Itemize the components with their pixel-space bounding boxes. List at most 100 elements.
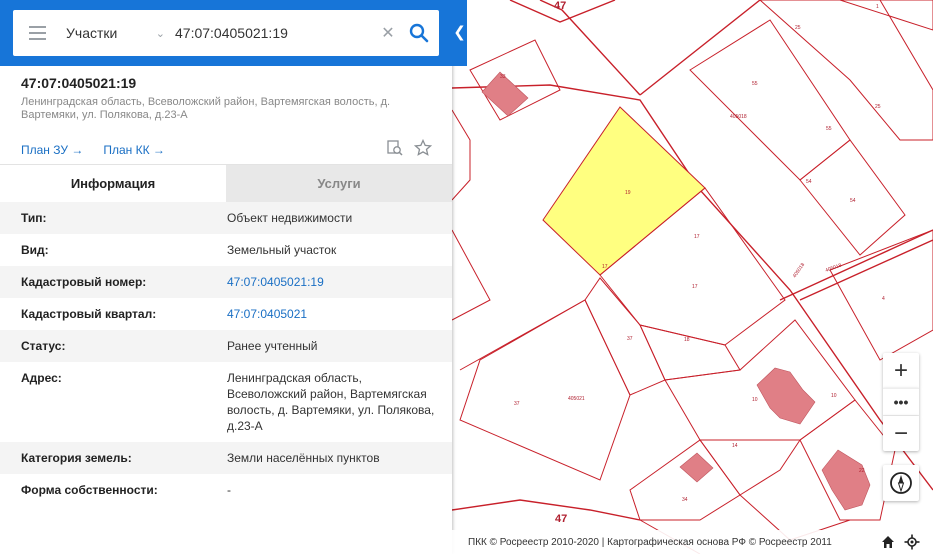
- map-label-region: 47: [555, 513, 567, 525]
- search-input[interactable]: [173, 10, 377, 56]
- map-label-parcel: 37: [627, 336, 633, 342]
- info-value: Земли населённых пунктов: [227, 451, 380, 465]
- attribution-text: ПКК © Росреестр 2010-2020 | Картографиче…: [468, 536, 832, 548]
- parcel-1[interactable]: [839, 0, 933, 31]
- search-header: Участки ⌄ ✕ ❮: [0, 0, 467, 66]
- hamburger-icon: [28, 32, 46, 34]
- map-label-parcel: 19: [625, 190, 631, 196]
- parcel-37b[interactable]: [459, 299, 631, 481]
- home-icon: [882, 536, 894, 548]
- crosshair-icon: [904, 534, 920, 550]
- info-row-address: Адрес: Ленинградская область, Всеволожск…: [0, 362, 452, 442]
- info-value: -: [227, 483, 231, 497]
- boundary-line: [639, 0, 761, 96]
- info-panel: 47:07:0405021:19 Ленинградская область, …: [0, 0, 452, 554]
- info-row-cadastral-number: Кадастровый номер: 47:07:0405021:19: [0, 266, 452, 298]
- plan-zu-link[interactable]: План ЗУ →: [21, 143, 83, 157]
- menu-button[interactable]: [13, 10, 61, 56]
- map-label-parcel: 33: [500, 74, 506, 80]
- parcel-4[interactable]: [829, 229, 933, 361]
- map-label-parcel: 55: [826, 126, 832, 132]
- map-label-parcel: 54: [806, 179, 812, 185]
- info-key: Кадастровый номер:: [21, 275, 147, 289]
- more-options-button[interactable]: •••: [883, 388, 919, 416]
- zoom-in-button[interactable]: +: [883, 353, 919, 388]
- map-label-parcel: 17: [692, 284, 698, 290]
- parcel-19-selected[interactable]: [542, 106, 706, 276]
- parcel-line: [451, 109, 471, 201]
- map-label-road: 405018: [792, 262, 807, 279]
- search-type-select[interactable]: Участки ⌄: [61, 10, 173, 56]
- map-label-parcel: 1: [876, 4, 879, 10]
- parcel-25[interactable]: [759, 0, 933, 141]
- hamburger-icon: [28, 26, 46, 28]
- map-label-parcel: 14: [732, 443, 738, 449]
- chevron-left-icon: ❮: [453, 24, 466, 41]
- compass-button[interactable]: [883, 465, 919, 501]
- info-key: Адрес:: [21, 371, 62, 385]
- info-key: Кадастровый квартал:: [21, 307, 157, 321]
- info-value: Земельный участок: [227, 243, 337, 257]
- info-row-cadastral-quarter: Кадастровый квартал: 47:07:0405021: [0, 298, 452, 330]
- info-key: Статус:: [21, 339, 66, 353]
- parcel-14[interactable]: [699, 439, 801, 496]
- map-label-parcel: 34: [682, 497, 688, 503]
- app-root: 47 47 405018 405021 405018 405018 19 17 …: [0, 0, 933, 554]
- plan-kk-link[interactable]: План КК →: [103, 143, 165, 157]
- map-attribution: ПКК © Росреестр 2010-2020 | Картографиче…: [452, 530, 933, 554]
- building-22: [821, 449, 871, 511]
- parcel-55[interactable]: [689, 19, 851, 181]
- info-row-land-category: Категория земель: Земли населённых пункт…: [0, 442, 452, 474]
- info-table: Тип: Объект недвижимости Вид: Земельный …: [0, 202, 452, 506]
- map-label-parcel: 37: [514, 401, 520, 407]
- info-key: Тип:: [21, 211, 47, 225]
- building-10: [756, 367, 816, 425]
- parcel-37a[interactable]: [584, 277, 666, 396]
- map-label-parcel: 10: [752, 397, 758, 403]
- close-icon: ✕: [381, 25, 395, 42]
- tab-information[interactable]: Информация: [0, 165, 226, 202]
- map-label-parcel: 54: [850, 198, 856, 204]
- cadastral-number-link[interactable]: 47:07:0405021:19: [227, 274, 437, 290]
- map-label-quarter: 405021: [568, 396, 585, 402]
- search-icon: [409, 23, 429, 43]
- info-row-type: Тип: Объект недвижимости: [0, 202, 452, 234]
- locate-button[interactable]: [904, 534, 920, 550]
- map-label-parcel: 17: [602, 264, 608, 270]
- tab-services[interactable]: Услуги: [226, 165, 452, 202]
- cadastral-quarter-link[interactable]: 47:07:0405021: [227, 306, 437, 322]
- collapse-panel-button[interactable]: ❮: [452, 22, 467, 44]
- search-type-label: Участки: [66, 25, 118, 41]
- document-search-icon[interactable]: [386, 139, 404, 162]
- info-row-kind: Вид: Земельный участок: [0, 234, 452, 266]
- zoom-out-button[interactable]: −: [883, 416, 919, 451]
- map-label-quarter: 405018: [730, 114, 747, 120]
- hamburger-icon: [28, 38, 46, 40]
- search-button[interactable]: [399, 10, 439, 56]
- map-label-parcel: 22: [859, 468, 865, 474]
- home-button[interactable]: [880, 534, 896, 550]
- info-value: Объект недвижимости: [227, 211, 353, 225]
- building-34: [679, 452, 714, 483]
- search-box: Участки ⌄ ✕: [13, 10, 439, 56]
- info-key: Категория земель:: [21, 451, 132, 465]
- boundary-line: [451, 499, 641, 521]
- map-label-parcel: 17: [694, 234, 700, 240]
- compass-icon: [890, 472, 912, 494]
- parcel-34[interactable]: [629, 439, 741, 521]
- object-header: 47:07:0405021:19 Ленинградская область, …: [0, 66, 452, 122]
- chevron-down-icon: ⌄: [155, 27, 165, 40]
- clear-search-button[interactable]: ✕: [377, 23, 399, 43]
- map-label-parcel: 18: [684, 337, 690, 343]
- star-icon[interactable]: [413, 138, 433, 162]
- map-label-parcel: 55: [752, 81, 758, 87]
- info-value: Ранее учтенный: [227, 339, 318, 353]
- map-label-parcel: 25: [875, 104, 881, 110]
- info-key: Вид:: [21, 243, 49, 257]
- parcel-line: [451, 229, 491, 321]
- info-row-status: Статус: Ранее учтенный: [0, 330, 452, 362]
- panel-tabs: Информация Услуги: [0, 164, 452, 202]
- map-label-parcel: 4: [882, 296, 885, 302]
- info-row-ownership: Форма собственности: -: [0, 474, 452, 506]
- map-label-parcel: 25: [795, 25, 801, 31]
